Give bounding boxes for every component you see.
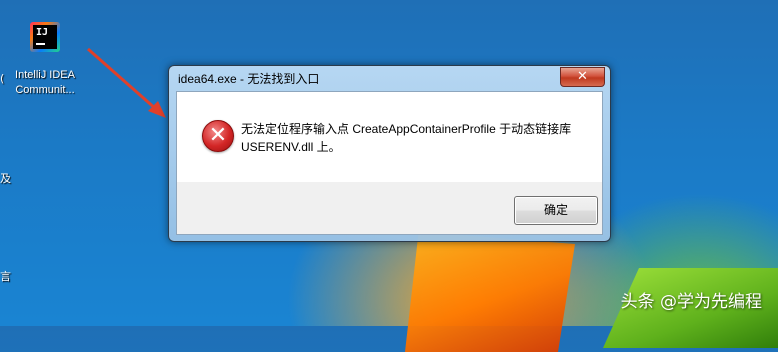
error-icon: ✕ — [202, 120, 234, 152]
watermark-text: 头条 @学为先编程 — [620, 292, 762, 312]
error-message: 无法定位程序输入点 CreateAppContainerProfile 于动态链… — [241, 122, 572, 154]
dialog-client-area: ✕ 无法定位程序输入点 CreateAppContainerProfile 于动… — [176, 91, 603, 235]
dialog-title: idea64.exe - 无法找到入口 — [178, 72, 320, 86]
ok-button[interactable]: 确定 — [514, 196, 598, 225]
close-button[interactable]: ✕ — [560, 67, 605, 87]
message-area: ✕ 无法定位程序输入点 CreateAppContainerProfile 于动… — [177, 92, 602, 182]
error-dialog: idea64.exe - 无法找到入口 ✕ ✕ 无法定位程序输入点 Create… — [168, 65, 611, 242]
